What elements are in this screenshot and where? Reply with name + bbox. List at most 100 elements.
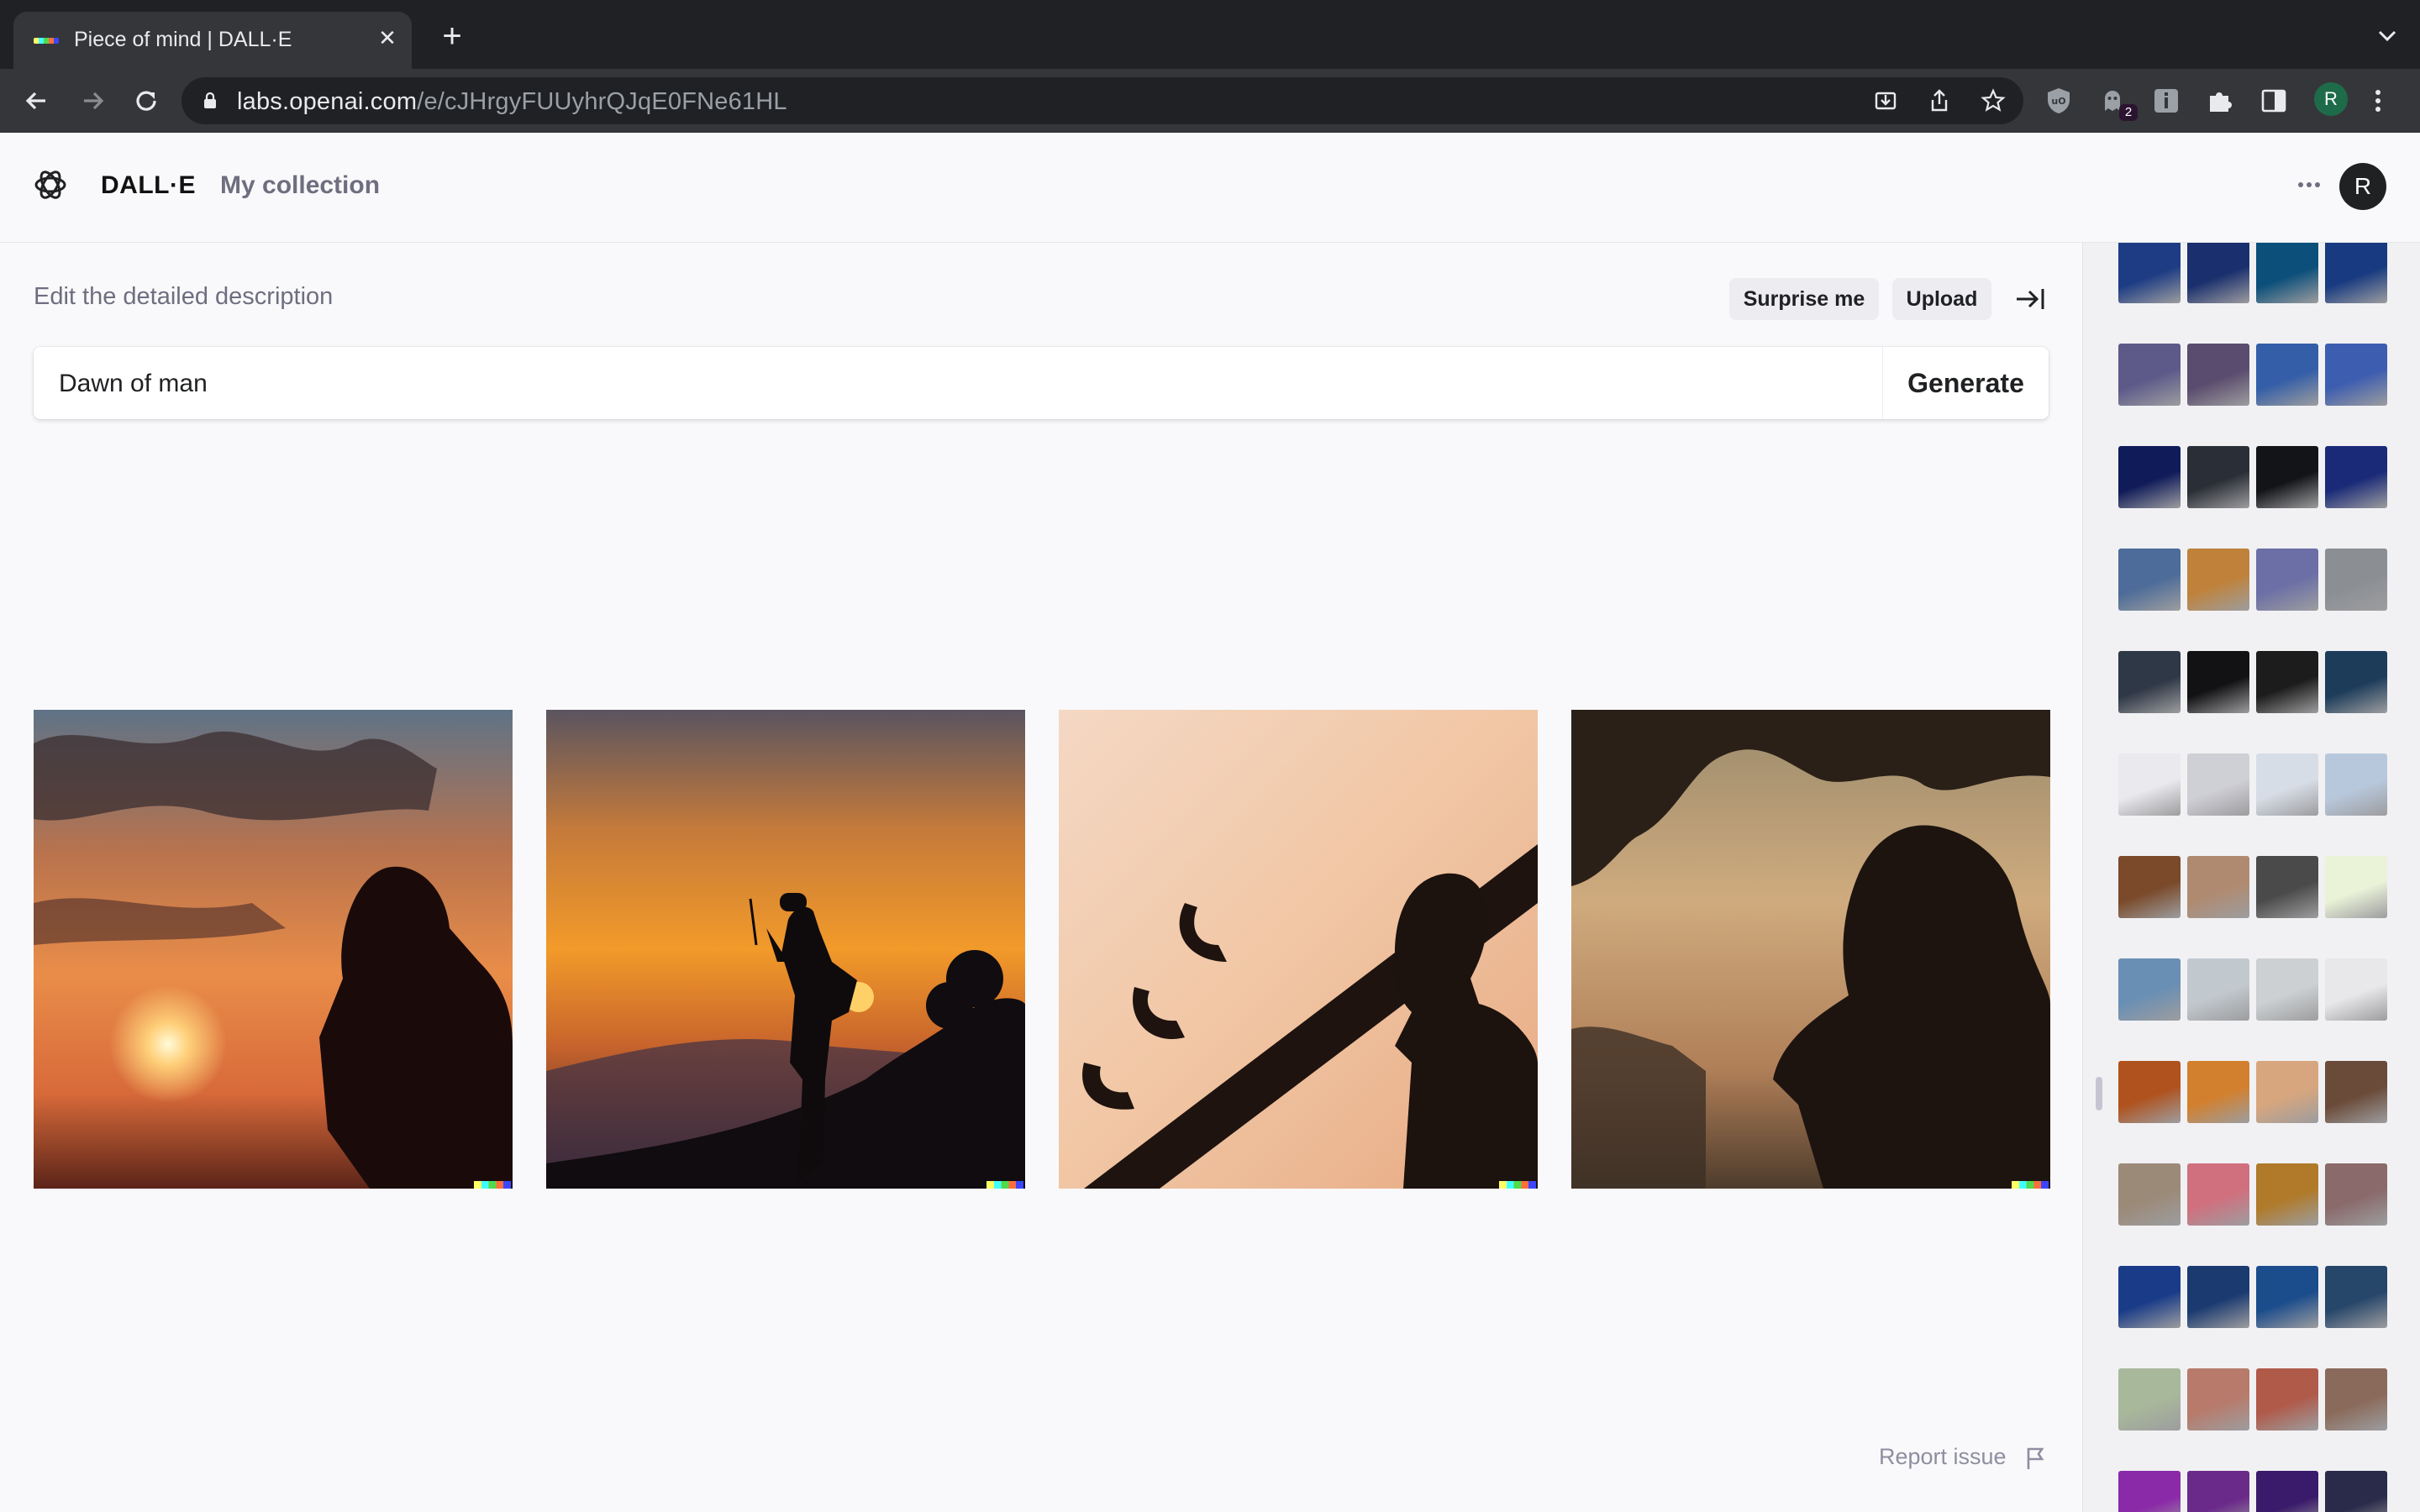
result-image-4[interactable] [1571, 710, 2050, 1189]
history-thumbnail[interactable] [2256, 446, 2318, 508]
browser-profile-avatar[interactable]: R [2314, 82, 2348, 116]
dalle-favicon-icon [34, 38, 59, 44]
side-panel-icon[interactable] [2259, 86, 2289, 116]
info-extension-icon[interactable] [2151, 86, 2181, 116]
history-thumbnail[interactable] [2187, 1368, 2249, 1431]
history-thumbnail[interactable] [2325, 856, 2387, 918]
history-thumbnail[interactable] [2325, 1266, 2387, 1328]
extensions-puzzle-icon[interactable] [2205, 86, 2235, 116]
history-thumbnail[interactable] [2118, 856, 2181, 918]
history-thumbnail[interactable] [2256, 344, 2318, 406]
brand-title[interactable]: DALL·E [101, 171, 196, 200]
history-thumbnail[interactable] [2325, 1368, 2387, 1431]
url-text: labs.openai.com/e/cJHrgyFUUyhrQJqE0FNe61… [237, 88, 787, 116]
history-thumbnail[interactable] [2256, 958, 2318, 1021]
history-thumbnail[interactable] [2325, 344, 2387, 406]
history-thumbnail[interactable] [2325, 753, 2387, 816]
url-path: /e/cJHrgyFUUyhrQJqE0FNe61HL [417, 88, 787, 115]
history-thumbnail[interactable] [2187, 753, 2249, 816]
history-thumbnail[interactable] [2256, 753, 2318, 816]
history-thumbnail[interactable] [2187, 856, 2249, 918]
history-thumbnail[interactable] [2256, 1368, 2318, 1431]
result-image-2[interactable] [546, 710, 1025, 1189]
dalle-watermark [986, 1181, 1023, 1189]
history-thumbnail[interactable] [2256, 856, 2318, 918]
history-thumbnail[interactable] [2325, 1061, 2387, 1123]
history-thumbnail[interactable] [2187, 1061, 2249, 1123]
report-issue-link[interactable]: Report issue [1879, 1444, 2007, 1470]
history-thumbnail[interactable] [2187, 1471, 2249, 1512]
history-thumbnail[interactable] [2118, 243, 2181, 303]
history-thumbnail[interactable] [2256, 1163, 2318, 1226]
history-thumbnail[interactable] [2325, 243, 2387, 303]
history-thumbnail[interactable] [2118, 1368, 2181, 1431]
history-thumbnail[interactable] [2187, 1163, 2249, 1226]
history-thumbnail[interactable] [2118, 1471, 2181, 1512]
browser-tab-active[interactable]: Piece of mind | DALL·E ✕ [13, 12, 412, 69]
history-thumbnail[interactable] [2325, 651, 2387, 713]
history-thumbnail[interactable] [2118, 1163, 2181, 1226]
bookmark-star-icon[interactable] [1980, 87, 2007, 114]
generate-button[interactable]: Generate [1883, 347, 2049, 419]
browser-menu-icon[interactable] [2370, 84, 2386, 118]
lock-icon[interactable] [203, 92, 217, 109]
surprise-me-button[interactable]: Surprise me [1729, 278, 1879, 320]
history-thumbnail[interactable] [2118, 344, 2181, 406]
history-thumbnail[interactable] [2325, 1163, 2387, 1226]
history-thumbnail[interactable] [2187, 651, 2249, 713]
history-thumbnail[interactable] [2118, 651, 2181, 713]
sidebar-resize-handle[interactable] [2096, 1077, 2102, 1110]
collapse-panel-icon[interactable] [2013, 285, 2047, 313]
result-image-3[interactable] [1059, 710, 1538, 1189]
history-thumbnail[interactable] [2118, 549, 2181, 611]
history-thumbnail[interactable] [2325, 446, 2387, 508]
history-thumbnail[interactable] [2256, 1061, 2318, 1123]
browser-tabstrip: Piece of mind | DALL·E ✕ + [0, 0, 2420, 69]
upload-button[interactable]: Upload [1892, 278, 1991, 320]
extension-badge-count: 2 [2119, 104, 2138, 121]
hiker-silhouette-sunset-image [546, 710, 1025, 1189]
history-thumbnail[interactable] [2187, 446, 2249, 508]
man-profile-rooftop-image [1059, 710, 1538, 1189]
ublock-extension-icon[interactable]: uO [2044, 86, 2074, 116]
bearded-man-tree-silhouette-image [1571, 710, 2050, 1189]
my-collection-link[interactable]: My collection [220, 171, 380, 200]
history-thumbnail[interactable] [2256, 651, 2318, 713]
history-thumbnail[interactable] [2118, 958, 2181, 1021]
history-thumbnail[interactable] [2256, 243, 2318, 303]
history-thumbnail[interactable] [2187, 958, 2249, 1021]
forward-arrow-icon[interactable] [76, 84, 109, 118]
history-thumbnail[interactable] [2256, 549, 2318, 611]
address-bar[interactable]: labs.openai.com/e/cJHrgyFUUyhrQJqE0FNe61… [182, 77, 2023, 124]
dalle-watermark [1499, 1181, 1536, 1189]
user-avatar[interactable]: R [2339, 163, 2386, 210]
history-sidebar[interactable] [2082, 243, 2420, 1512]
history-thumbnail[interactable] [2187, 1266, 2249, 1328]
history-thumbnail[interactable] [2187, 549, 2249, 611]
history-thumbnail[interactable] [2256, 1471, 2318, 1512]
history-thumbnail[interactable] [2325, 958, 2387, 1021]
history-thumbnail[interactable] [2118, 446, 2181, 508]
new-tab-icon[interactable]: + [437, 19, 467, 53]
close-tab-icon[interactable]: ✕ [375, 25, 400, 50]
tab-search-chevron-icon[interactable] [2373, 24, 2402, 49]
history-thumbnail[interactable] [2187, 243, 2249, 303]
history-thumbnail[interactable] [2325, 1471, 2387, 1512]
more-options-icon[interactable] [2294, 175, 2324, 195]
install-app-icon[interactable] [1872, 87, 1899, 114]
history-thumbnail[interactable] [2187, 344, 2249, 406]
back-arrow-icon[interactable] [20, 84, 54, 118]
history-thumbnail[interactable] [2118, 753, 2181, 816]
description-label: Edit the detailed description [34, 283, 334, 310]
tab-title: Piece of mind | DALL·E [74, 28, 292, 51]
prompt-input[interactable] [57, 362, 1867, 406]
share-icon[interactable] [1926, 87, 1953, 114]
result-image-1[interactable] [34, 710, 513, 1189]
history-thumbnail[interactable] [2118, 1061, 2181, 1123]
openai-logo-icon[interactable] [32, 166, 69, 203]
history-thumbnail[interactable] [2325, 549, 2387, 611]
flag-icon[interactable] [2023, 1446, 2047, 1471]
history-thumbnail[interactable] [2118, 1266, 2181, 1328]
reload-icon[interactable] [129, 84, 163, 118]
history-thumbnail[interactable] [2256, 1266, 2318, 1328]
